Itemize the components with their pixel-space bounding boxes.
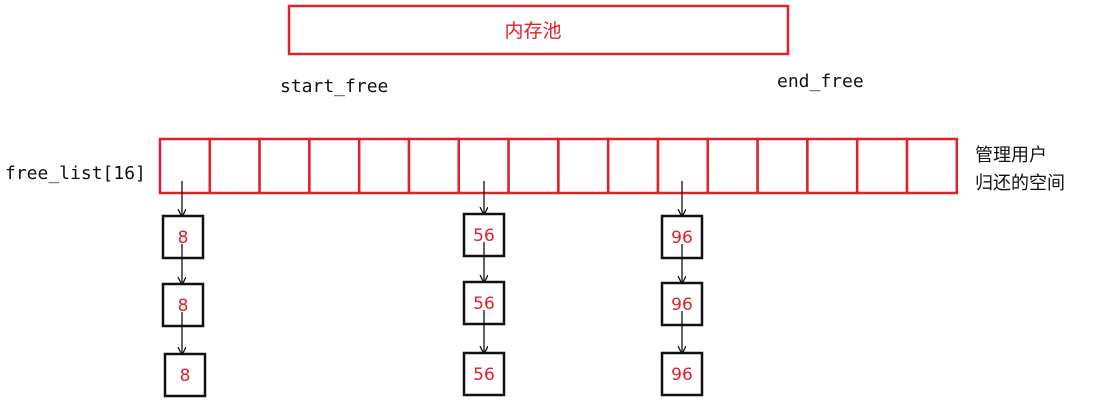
free-list-slot-15 <box>905 137 959 195</box>
free-list-slot-5 <box>407 137 461 195</box>
free-list-slot-10 <box>656 137 710 195</box>
free-list-slot-4 <box>357 137 411 195</box>
free-block-size: 56 <box>473 365 495 385</box>
free-list-slot-3 <box>308 137 361 195</box>
free-block-chains: 8 8 8 565656 969696 <box>161 181 704 398</box>
start-free-label: start_free <box>280 76 388 97</box>
chain-slot-10: 969696 <box>660 181 704 397</box>
free-list-slot-14 <box>855 137 909 195</box>
free-block-size: 8 <box>180 366 191 386</box>
free-list-slot-0 <box>158 137 212 195</box>
free-list-slot-9 <box>606 137 660 195</box>
free-list-slot-8 <box>557 137 610 195</box>
free-list-slot-12 <box>756 137 809 195</box>
end-free-label: end_free <box>777 71 864 92</box>
memory-pool-diagram: 内存池 start_free end_free free_list[16] 管理… <box>5 4 1065 398</box>
side-note-line1: 管理用户 <box>975 145 1047 166</box>
free-block-size: 8 <box>178 296 189 316</box>
free-block-size: 96 <box>671 365 693 385</box>
free-list-label: free_list[16] <box>5 163 146 184</box>
free-list-slot-2 <box>258 137 311 195</box>
free-list-array <box>158 137 959 195</box>
free-list-slot-1 <box>208 137 261 195</box>
free-list-slot-13 <box>806 137 859 195</box>
chain-slot-6: 565656 <box>462 181 506 397</box>
free-list-slot-7 <box>507 137 560 195</box>
side-note-line2: 归还的空间 <box>975 173 1065 194</box>
memory-pool-label: 内存池 <box>504 20 561 42</box>
chain-slot-0: 8 8 8 <box>161 181 207 398</box>
free-list-slot-11 <box>706 137 759 195</box>
free-block-size: 8 <box>178 228 189 248</box>
